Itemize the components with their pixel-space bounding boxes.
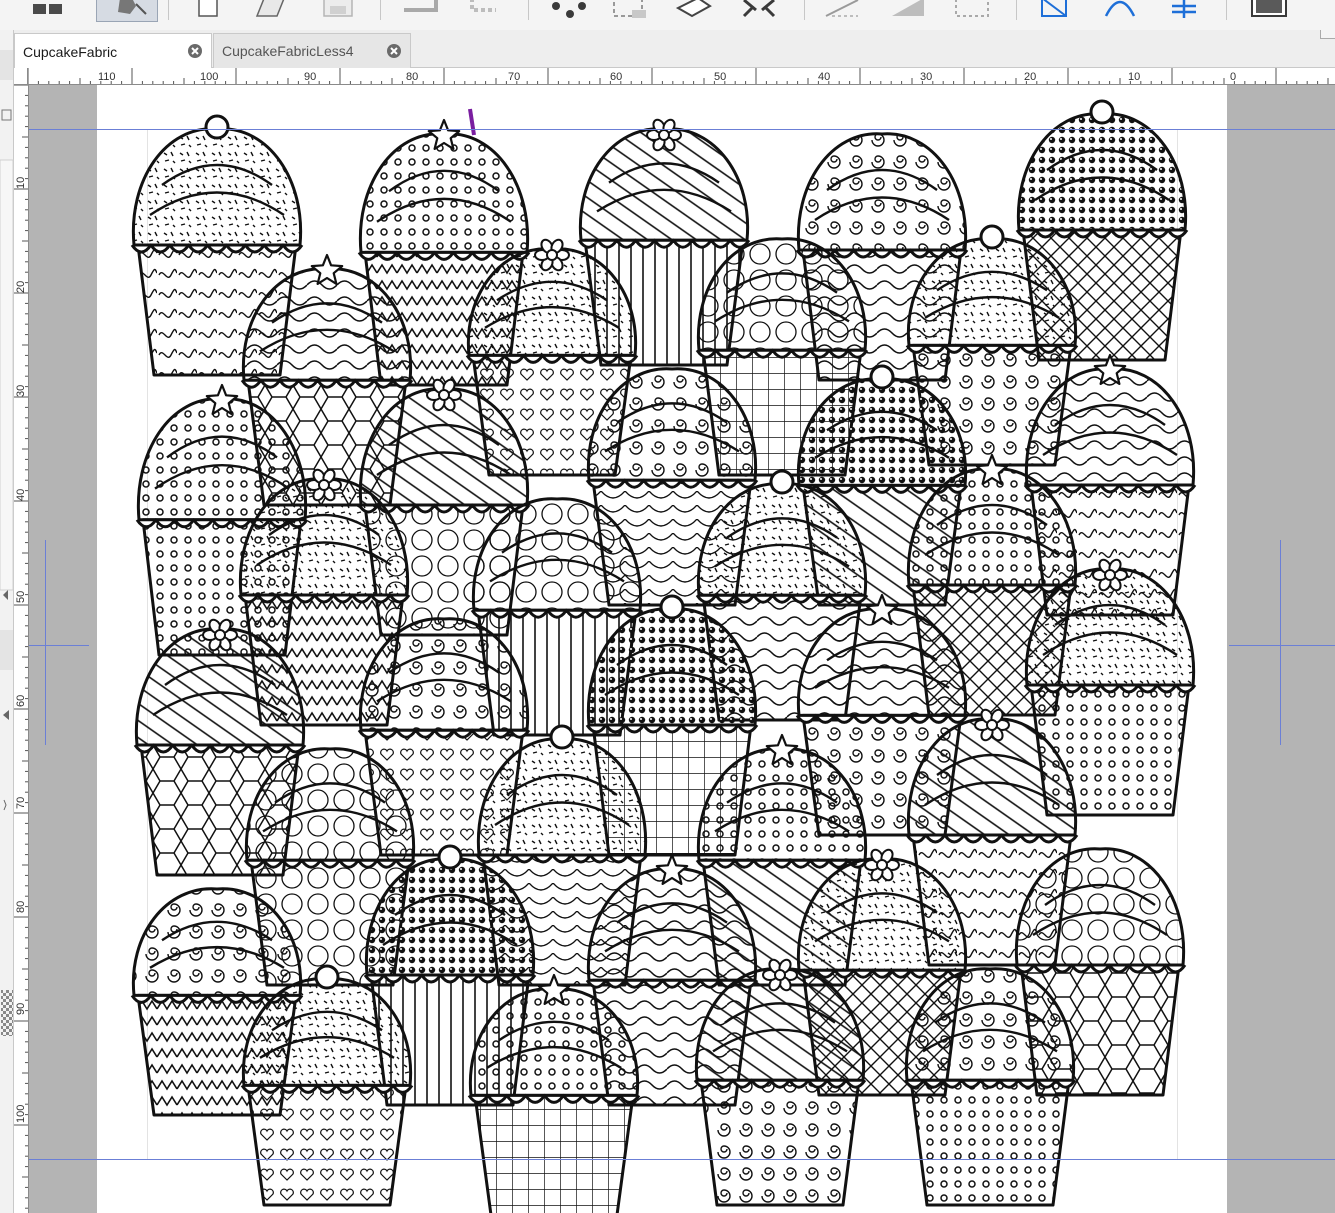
redo-icon[interactable] <box>462 0 512 22</box>
ruler-label: 10 <box>1128 71 1140 83</box>
dock-strip-icons[interactable] <box>0 30 14 1213</box>
flower-center <box>546 249 558 261</box>
layout-icon[interactable] <box>22 0 72 22</box>
guide-line[interactable] <box>1229 645 1335 646</box>
flower-center <box>214 629 226 641</box>
flower-center <box>876 859 888 871</box>
save-icon[interactable] <box>316 0 360 22</box>
ruler-label: 0 <box>1230 71 1236 83</box>
cherry-topper <box>769 469 795 495</box>
guide-line[interactable] <box>29 645 89 646</box>
guide-line[interactable] <box>45 540 46 745</box>
flower-center <box>658 129 670 141</box>
horizontal-ruler-scale: 110 100 90 80 70 60 50 40 30 20 10 0 <box>28 68 1329 84</box>
ruler-label: 100 <box>200 71 218 83</box>
cherry-topper <box>204 114 230 140</box>
ruler-label: 70 <box>15 797 27 809</box>
scatter-icon[interactable] <box>544 0 594 22</box>
ruler-label: 40 <box>15 489 27 501</box>
cupcake-shape <box>693 958 867 1207</box>
frame-icon[interactable] <box>1244 0 1294 22</box>
ruler-label: 20 <box>15 281 27 293</box>
select-tool-icon[interactable] <box>96 0 158 22</box>
selected-node-handle[interactable] <box>468 108 476 136</box>
vertical-ruler-scale: 10 20 30 40 50 60 70 80 90 100 <box>14 85 28 1209</box>
ruler-label: 50 <box>15 591 27 603</box>
flower-center <box>1104 569 1116 581</box>
ruler-label: 40 <box>818 71 830 83</box>
close-icon[interactable] <box>386 43 402 59</box>
tab-cupcakefabric[interactable]: CupcakeFabric <box>14 33 212 69</box>
cupcake-wrapper <box>473 1093 635 1213</box>
ruler-label: 110 <box>98 71 116 83</box>
ruler-origin[interactable] <box>14 68 28 85</box>
ruler-label: 90 <box>15 1003 27 1015</box>
eraser-icon[interactable] <box>668 0 718 22</box>
crop-icon[interactable] <box>604 0 654 22</box>
guide-line[interactable] <box>29 1159 1335 1160</box>
trim-icon[interactable] <box>884 0 934 22</box>
strip-corner <box>1320 30 1335 39</box>
cupcake-wrapper <box>699 1078 861 1207</box>
cherry-topper <box>1089 99 1115 125</box>
cherry-topper <box>659 594 685 620</box>
horizontal-ruler[interactable]: 110 100 90 80 70 60 50 40 30 20 10 0 <box>28 68 1335 85</box>
ruler-label: 100 <box>15 1105 27 1123</box>
cherry-topper <box>549 724 575 750</box>
ruler-label: 70 <box>508 71 520 83</box>
document-tab-strip: CupcakeFabric CupcakeFabricLess4 <box>14 30 1335 69</box>
ruler-label: 80 <box>406 71 418 83</box>
cupcake-wrapper <box>909 1078 1071 1207</box>
ruler-label: 50 <box>714 71 726 83</box>
grid-icon[interactable] <box>948 0 998 22</box>
vertical-ruler[interactable]: 10 20 30 40 50 60 70 80 90 100 <box>14 85 29 1213</box>
slant-icon[interactable] <box>818 0 868 22</box>
expand-icon[interactable] <box>734 0 784 22</box>
flower-center <box>986 719 998 731</box>
cherry-topper <box>869 364 895 390</box>
tab-label: CupcakeFabric <box>23 43 118 60</box>
cupcake-frosting <box>796 132 968 252</box>
undo-icon[interactable] <box>396 0 446 22</box>
tab-label: CupcakeFabricLess4 <box>222 43 354 59</box>
ruler-label: 30 <box>15 385 27 397</box>
flower-center <box>438 389 450 401</box>
flower-center <box>318 479 330 491</box>
cupcake-frosting <box>358 132 530 254</box>
ruler-label: 20 <box>1024 71 1036 83</box>
document-page[interactable] <box>29 85 1335 1213</box>
tab-cupcakefabricless4[interactable]: CupcakeFabricLess4 <box>213 33 411 68</box>
drawing-canvas[interactable] <box>29 85 1335 1213</box>
guide-line[interactable] <box>29 129 1335 130</box>
page-setup-icon[interactable] <box>246 0 296 22</box>
new-page-icon[interactable] <box>186 0 230 22</box>
ruler-label: 90 <box>304 71 316 83</box>
ruler-label: 60 <box>610 71 622 83</box>
cupcake-wrapper <box>246 1083 408 1207</box>
bezier-node-icon[interactable] <box>1032 0 1082 22</box>
arc-icon[interactable] <box>1096 0 1146 22</box>
ruler-label: 80 <box>15 901 27 913</box>
flower-center <box>774 969 786 981</box>
guide-line[interactable] <box>1280 540 1281 745</box>
cherry-topper <box>314 964 340 990</box>
cupcake-shape <box>903 967 1077 1207</box>
main-toolbar <box>0 0 1335 30</box>
close-icon[interactable] <box>187 43 203 59</box>
cherry-topper <box>979 224 1005 250</box>
ruler-label: 60 <box>15 695 27 707</box>
cupcake-frosting <box>131 127 303 247</box>
cherry-topper <box>437 844 463 870</box>
cupcake-artwork[interactable] <box>97 85 1227 1213</box>
ruler-label: 10 <box>15 177 27 189</box>
add-node-icon[interactable] <box>1160 0 1210 22</box>
ruler-label: 30 <box>920 71 932 83</box>
left-dock-panel <box>0 30 14 1213</box>
cupcake-frosting <box>1016 112 1188 232</box>
